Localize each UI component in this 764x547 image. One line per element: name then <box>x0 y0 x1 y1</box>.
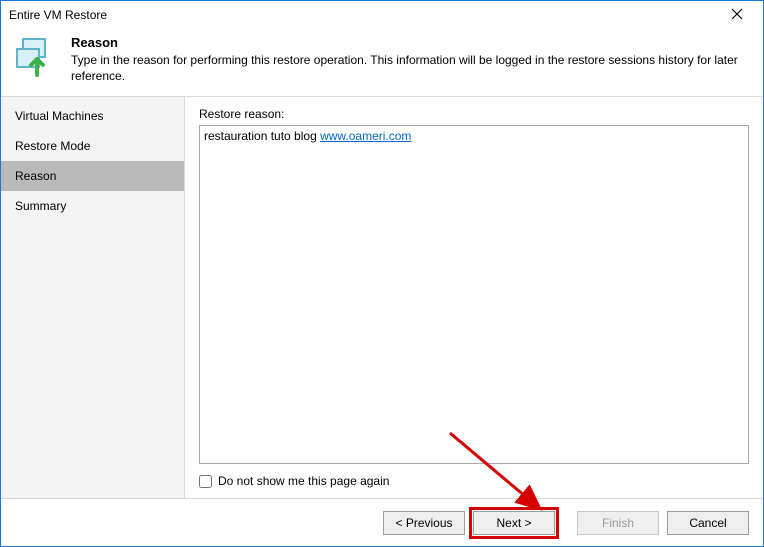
wizard-step[interactable]: Reason <box>1 161 184 191</box>
close-icon <box>731 7 743 23</box>
wizard-steps-sidebar: Virtual MachinesRestore ModeReasonSummar… <box>1 97 185 498</box>
step-title: Reason <box>71 35 751 50</box>
finish-button[interactable]: Finish <box>577 511 659 535</box>
wizard-step[interactable]: Summary <box>1 191 184 221</box>
wizard-footer: < Previous Next > Finish Cancel <box>1 498 763 546</box>
reason-field-label: Restore reason: <box>199 107 749 121</box>
reason-link[interactable]: www.oameri.com <box>320 129 411 143</box>
next-button[interactable]: Next > <box>473 511 555 535</box>
titlebar: Entire VM Restore <box>1 1 763 29</box>
reason-text: restauration tuto blog <box>204 129 320 143</box>
wizard-header: Reason Type in the reason for performing… <box>1 29 763 96</box>
close-button[interactable] <box>717 3 757 27</box>
wizard-body: Virtual MachinesRestore ModeReasonSummar… <box>1 96 763 498</box>
wizard-step[interactable]: Virtual Machines <box>1 101 184 131</box>
step-description: Type in the reason for performing this r… <box>71 52 751 84</box>
wizard-header-text: Reason Type in the reason for performing… <box>71 35 751 84</box>
window-title: Entire VM Restore <box>9 8 717 22</box>
reason-textarea[interactable]: restauration tuto blog www.oameri.com <box>199 125 749 464</box>
dont-show-again-row[interactable]: Do not show me this page again <box>199 474 749 488</box>
dont-show-again-checkbox[interactable] <box>199 475 212 488</box>
wizard-main-panel: Restore reason: restauration tuto blog w… <box>185 97 763 498</box>
wizard-step[interactable]: Restore Mode <box>1 131 184 161</box>
restore-wizard-window: Entire VM Restore Reason Type in the rea… <box>0 0 764 547</box>
previous-button[interactable]: < Previous <box>383 511 465 535</box>
cancel-button[interactable]: Cancel <box>667 511 749 535</box>
restore-vm-icon <box>15 35 59 79</box>
dont-show-again-label: Do not show me this page again <box>218 474 389 488</box>
